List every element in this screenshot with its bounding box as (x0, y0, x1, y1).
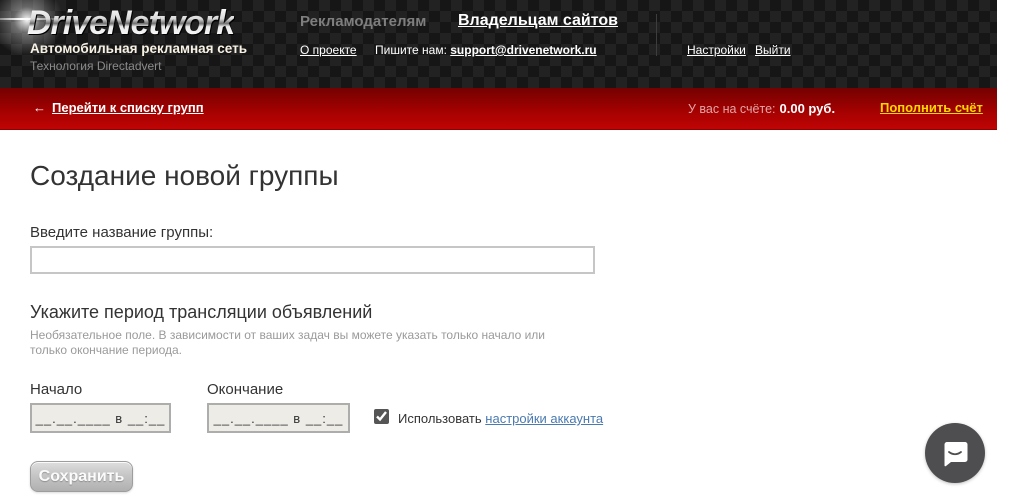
balance-info: У вас на счёте: 0.00 руб. (688, 101, 835, 116)
contact-line: Пишите нам: support@drivenetwork.ru (375, 43, 597, 57)
contact-prefix: Пишите нам: (375, 43, 451, 57)
end-date-label: Окончание (207, 381, 284, 398)
logo-subtitle: Автомобильная рекламная сеть (30, 41, 248, 56)
chat-widget-button[interactable] (925, 423, 985, 483)
topup-link[interactable]: Пополнить счёт (880, 100, 983, 115)
balance-label: У вас на счёте: (688, 102, 776, 116)
start-date-label: Начало (30, 381, 83, 398)
chat-bubble-icon (944, 442, 968, 467)
period-section-title: Укажите период трансляции объявлений (30, 302, 373, 322)
back-arrow-icon: ← (33, 100, 46, 115)
nav-settings-link[interactable]: Настройки (687, 43, 746, 57)
save-button[interactable]: Сохранить (30, 461, 133, 492)
checkbox-label-text: Использовать (398, 411, 486, 426)
logo-tagline: Технология Directadvert (30, 59, 162, 73)
nav-advertisers[interactable]: Рекламодателям (300, 13, 426, 30)
back-to-groups-link[interactable]: Перейти к списку групп (52, 100, 204, 115)
nav-about-link[interactable]: О проекте (300, 43, 357, 57)
account-settings-link[interactable]: настройки аккаунта (485, 411, 603, 426)
use-account-settings-checkbox[interactable] (374, 409, 389, 424)
period-hint: Необязательное поле. В зависимости от ва… (30, 328, 546, 357)
group-name-input[interactable] (30, 246, 595, 274)
start-date-input[interactable] (30, 403, 171, 433)
balance-value: 0.00 руб. (779, 101, 836, 116)
site-header: DriveNetwork Автомобильная рекламная сет… (0, 0, 997, 88)
support-email-link[interactable]: support@drivenetwork.ru (450, 43, 596, 57)
balance-bar: ← Перейти к списку групп У вас на счёте: 0… (0, 88, 997, 130)
header-divider (656, 14, 657, 56)
logo[interactable]: DriveNetwork (27, 4, 235, 43)
end-date-input[interactable] (207, 403, 350, 433)
use-account-settings-label: Использовать настройки аккаунта (398, 411, 603, 426)
nav-logout-link[interactable]: Выйти (755, 43, 791, 57)
back-link-wrap: ← Перейти к списку групп (33, 100, 204, 115)
nav-site-owners[interactable]: Владельцам сайтов (458, 12, 618, 30)
group-name-label: Введите название группы: (30, 224, 214, 241)
page-title: Создание новой группы (30, 160, 339, 191)
page: DriveNetwork Автомобильная рекламная сет… (0, 0, 1009, 497)
